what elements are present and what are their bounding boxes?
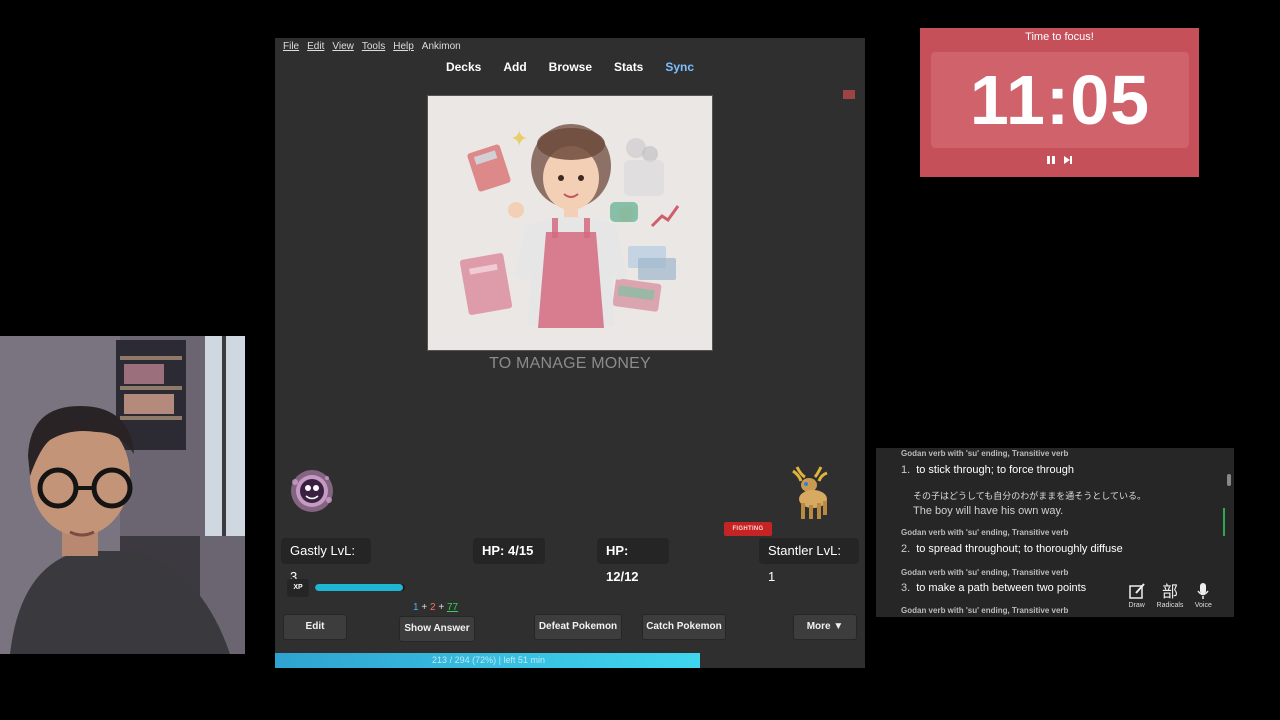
flag-icon[interactable] — [843, 90, 855, 99]
dictionary-popup: Godan verb with 'su' ending, Transitive … — [876, 448, 1234, 617]
nav-browse[interactable]: Browse — [549, 60, 592, 74]
catch-pokemon-button[interactable]: Catch Pokemon — [642, 614, 726, 640]
part-of-speech: Godan verb with 'su' ending, Transitive … — [901, 568, 1069, 577]
part-of-speech: Godan verb with 'su' ending, Transitive … — [901, 606, 1069, 615]
card-illustration: ✦ — [427, 95, 713, 351]
count-separator: + — [421, 602, 428, 613]
timer-display: 11:05 — [931, 52, 1189, 148]
menu-bar: File Edit View Tools Help Ankimon — [275, 38, 865, 56]
learning-count: 2 — [429, 602, 436, 613]
pause-icon[interactable] — [1046, 155, 1056, 168]
more-button[interactable]: More ▼ — [793, 614, 857, 640]
due-counts: 1 + 2 + 77 — [413, 602, 458, 613]
microphone-icon — [1187, 582, 1219, 602]
scrollbar-thumb[interactable] — [1227, 474, 1231, 486]
woman-with-money-illustration: ✦ — [459, 124, 680, 328]
xp-bar — [315, 584, 405, 591]
stantler-sprite — [787, 463, 835, 521]
gastly-sprite — [287, 466, 337, 516]
nav-stats[interactable]: Stats — [614, 60, 643, 74]
definition-text: to spread throughout; to thoroughly diff… — [916, 543, 1123, 555]
menu-tools[interactable]: Tools — [362, 41, 385, 56]
tool-label: Radicals — [1156, 602, 1184, 609]
voice-tool[interactable]: Voice — [1187, 582, 1219, 616]
svg-text:✦: ✦ — [510, 127, 528, 152]
radicals-icon: 部 — [1161, 582, 1178, 601]
defeat-pokemon-button[interactable]: Defeat Pokemon — [534, 614, 622, 640]
anki-window: File Edit View Tools Help Ankimon Decks … — [275, 38, 865, 668]
nav-decks[interactable]: Decks — [446, 60, 481, 74]
timer-time: 11:05 — [969, 61, 1151, 139]
enemy-hp: HP: 12/12 — [597, 538, 669, 584]
timer-controls — [920, 155, 1199, 168]
definition-1: 1. to stick through; to force through — [901, 464, 1074, 476]
definition-3: 3. to make a path between two points — [901, 582, 1086, 594]
menu-edit[interactable]: Edit — [307, 41, 324, 56]
new-count: 1 — [413, 602, 419, 613]
definition-number: 3. — [901, 582, 911, 594]
progress-text: 213 / 294 (72%) | left 51 min — [432, 655, 545, 665]
menu-file[interactable]: File — [283, 41, 299, 56]
definition-number: 1. — [901, 464, 911, 476]
nav-sync[interactable]: Sync — [665, 60, 694, 74]
radicals-tool[interactable]: 部 Radicals — [1154, 582, 1186, 616]
type-badge: FIGHTING — [724, 522, 772, 536]
menu-help[interactable]: Help — [393, 41, 414, 56]
review-progress-bar: 213 / 294 (72%) | left 51 min — [275, 653, 865, 668]
edit-button[interactable]: Edit — [283, 614, 347, 640]
player-pokemon-name: Gastly LvL: 3 — [281, 538, 371, 584]
webcam-feed — [0, 336, 245, 654]
definition-text: to make a path between two points — [916, 582, 1087, 594]
xp-bar-fill — [315, 584, 404, 591]
definition-2: 2. to spread throughout; to thoroughly di… — [901, 543, 1123, 555]
definition-text: to stick through; to force through — [916, 464, 1074, 476]
menu-view[interactable]: View — [332, 41, 354, 56]
menu-ankimon[interactable]: Ankimon — [422, 41, 461, 56]
skip-icon[interactable] — [1063, 155, 1073, 168]
player-hp: HP: 4/15 — [473, 538, 545, 564]
part-of-speech: Godan verb with 'su' ending, Transitive … — [901, 528, 1069, 537]
highlight-marker — [1223, 508, 1225, 536]
definition-number: 2. — [901, 543, 911, 555]
top-nav: Decks Add Browse Stats Sync — [275, 60, 865, 74]
tool-label: Voice — [1194, 602, 1212, 609]
part-of-speech: Godan verb with 'su' ending, Transitive … — [901, 449, 1069, 458]
draw-tool[interactable]: Draw — [1121, 582, 1153, 616]
nav-add[interactable]: Add — [503, 60, 526, 74]
card-question: TO MANAGE MONEY — [489, 355, 651, 372]
review-count: 77 — [446, 602, 459, 613]
show-answer-button[interactable]: Show Answer — [399, 616, 475, 642]
streamer-webcam-image — [0, 336, 245, 654]
example-english: The boy will have his own way. — [913, 505, 1064, 517]
input-tools: Draw 部 Radicals Voice — [1120, 582, 1220, 616]
timer-title: Time to focus! — [1025, 31, 1094, 43]
xp-label: XP — [287, 579, 309, 597]
example-japanese: その子はどうしても自分のわがままを通そうとしている。 — [913, 491, 1147, 501]
count-separator: + — [438, 602, 445, 613]
enemy-pokemon-name: Stantler LvL: 1 — [759, 538, 859, 584]
focus-timer: Time to focus! 11:05 — [920, 28, 1199, 177]
draw-icon — [1121, 582, 1153, 602]
tool-label: Draw — [1128, 602, 1145, 609]
